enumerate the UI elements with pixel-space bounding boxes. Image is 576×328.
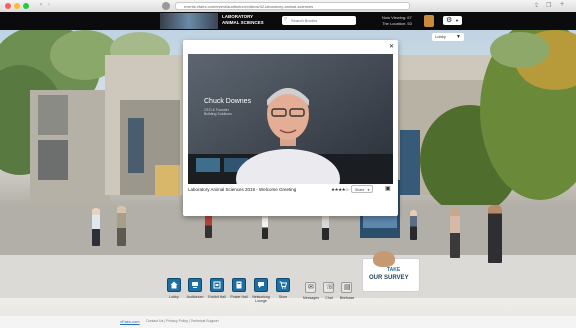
lobby-selector[interactable]: Lobby ▼ (432, 33, 464, 41)
chat-button[interactable]: ☏ (323, 282, 335, 293)
briefcase-label: Briefcase (339, 296, 355, 300)
footer-brand-link[interactable]: vFairs.com (120, 319, 140, 324)
address-bar[interactable]: events.vfairs.com/event/auditorium/video… (175, 2, 410, 10)
search-icon: ⌕ (284, 16, 288, 22)
nav-poster-hall-button[interactable] (232, 278, 246, 292)
nav-store-button[interactable] (276, 278, 290, 292)
close-icon[interactable]: ✕ (389, 43, 394, 50)
nav-networking-button[interactable] (254, 278, 268, 292)
chat-icon: ☏ (326, 284, 335, 291)
nav-lobby-button[interactable] (167, 278, 181, 292)
now-viewing-value: 67 (407, 15, 412, 20)
nav-auditorium-button[interactable] (188, 278, 202, 292)
messages-icon: ✉ (308, 284, 314, 291)
networking-icon (258, 282, 264, 288)
footer-links[interactable]: Contact Us | Privacy Policy | Technical … (146, 319, 219, 323)
bottom-navigation: Lobby Auditorium Exhibit Hall Poster Hal… (0, 278, 576, 328)
now-viewing-label: Now Viewing: (382, 15, 407, 20)
video-modal: ✕ Chuck Downes CEO & Founder Building So… (183, 40, 398, 216)
user-avatar[interactable] (424, 15, 434, 27)
new-tab-icon[interactable]: + (560, 1, 564, 8)
survey-line-2: OUR SURVEY (369, 275, 409, 281)
survey-banner[interactable]: TAKE OUR SURVEY (362, 251, 420, 292)
messages-button[interactable]: ✉ (305, 282, 316, 293)
auditorium-icon (192, 282, 198, 288)
nav-label-store: Store (278, 295, 288, 299)
visitor-figure (488, 205, 502, 263)
maximize-window-button[interactable] (23, 3, 29, 9)
forward-arrow-icon[interactable]: › (48, 2, 50, 8)
video-caption: Laboratory Animal Sciences 2019 - Welcom… (188, 187, 297, 192)
chevron-down-icon: ▼ (367, 188, 370, 192)
visitor-figure (262, 213, 268, 239)
back-arrow-icon[interactable]: ‹ (40, 2, 42, 8)
location-value: 53 (407, 21, 412, 26)
shield-icon (162, 2, 170, 10)
app-header: LABORATORY ANIMAL SCIENCES ⌕ Now Viewing… (0, 12, 576, 30)
visitor-figure (117, 206, 126, 246)
video-frame (188, 54, 393, 184)
tabs-icon[interactable]: ❐ (546, 2, 551, 9)
visitor-figure (322, 213, 329, 240)
share-label: Share (355, 188, 365, 192)
lobby-selector-label: Lobby (435, 34, 446, 39)
speaker-title-line-2: Building Solutions (204, 112, 232, 116)
caret-down-icon: ▼ (455, 18, 459, 23)
poster-hall-icon (236, 281, 242, 289)
share-dropdown[interactable]: Share ▼ (351, 185, 373, 193)
gear-icon: ⚙ (446, 17, 453, 24)
store-icon (279, 281, 287, 289)
share-icon[interactable]: ⇪ (534, 2, 539, 9)
survey-dog-image (373, 251, 395, 267)
visitor-figure (92, 208, 100, 246)
visitor-figure (410, 210, 417, 240)
header-banner-image (160, 13, 218, 29)
close-window-button[interactable] (5, 3, 11, 9)
video-speaker-title: CEO & Founder Building Solutions (204, 108, 232, 116)
home-icon (170, 281, 178, 289)
minimize-window-button[interactable] (14, 3, 20, 9)
settings-menu-button[interactable]: ⚙ ▼ (443, 16, 462, 25)
location-label: The Location: (382, 21, 407, 26)
search-box[interactable]: ⌕ (282, 16, 356, 25)
briefcase-button[interactable]: ▤ (341, 282, 352, 293)
briefcase-icon: ▤ (344, 284, 351, 291)
video-rating[interactable]: ★★★★☆ (331, 187, 349, 193)
brand-logo: LABORATORY ANIMAL SCIENCES (222, 14, 264, 26)
visitor-figure (450, 208, 460, 258)
survey-line-1: TAKE (387, 267, 401, 273)
video-player[interactable]: Chuck Downes CEO & Founder Building Solu… (188, 54, 393, 184)
exhibit-hall-icon (213, 281, 221, 289)
logo-line-2: ANIMAL SCIENCES (222, 20, 264, 25)
download-icon[interactable]: ▣ (385, 185, 391, 192)
nav-exhibit-hall-button[interactable] (210, 278, 224, 292)
filter-icon: ▼ (456, 34, 461, 40)
search-input[interactable] (291, 17, 351, 23)
footer: vFairs.com Contact Us | Privacy Policy |… (0, 316, 576, 328)
video-speaker-name: Chuck Downes (204, 98, 252, 105)
visitor-stats: Now Viewing: 67 The Location: 53 (382, 15, 412, 27)
